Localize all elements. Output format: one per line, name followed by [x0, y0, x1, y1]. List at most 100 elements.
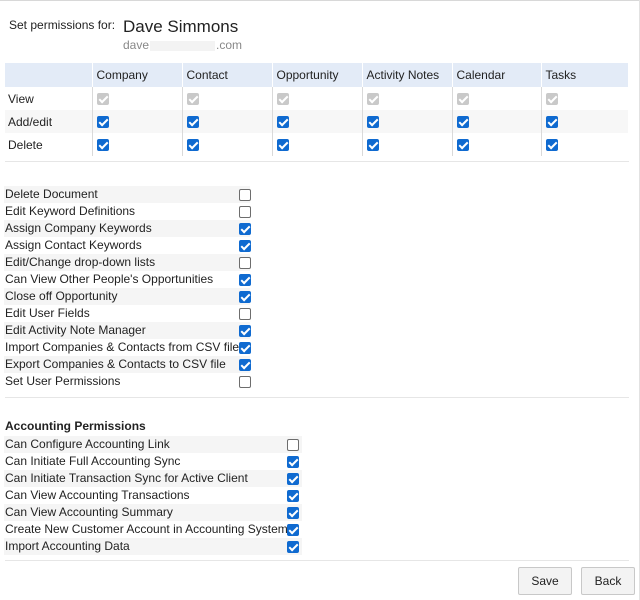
checkbox[interactable] — [287, 490, 299, 502]
checkbox[interactable] — [239, 223, 251, 235]
checkbox[interactable] — [276, 116, 289, 129]
permission-label: Delete Document — [5, 187, 98, 201]
list-item: Delete Document — [4, 186, 251, 203]
permission-cell — [271, 87, 362, 110]
column-header: Contact — [181, 63, 272, 87]
permission-cell — [540, 87, 628, 110]
row-label: Delete — [5, 133, 92, 156]
user-info: Dave Simmons dave .com — [117, 14, 253, 52]
permission-row-delete: Delete — [5, 133, 628, 156]
checkbox[interactable] — [456, 139, 469, 152]
checkbox[interactable] — [239, 291, 251, 303]
permission-cell — [181, 87, 272, 110]
checkbox[interactable] — [239, 376, 251, 388]
list-item: Can Configure Accounting Link — [4, 436, 302, 453]
divider — [5, 397, 629, 398]
permission-cell — [361, 110, 452, 133]
list-item: Edit Keyword Definitions — [4, 203, 251, 220]
column-header: Activity Notes — [361, 63, 452, 87]
checkbox[interactable] — [276, 139, 289, 152]
checkbox — [96, 93, 109, 106]
user-email: dave .com — [123, 38, 242, 52]
permission-label: Import Companies & Contacts from CSV fil… — [5, 340, 240, 354]
checkbox — [545, 93, 558, 106]
checkbox[interactable] — [239, 325, 251, 337]
permission-label: Export Companies & Contacts to CSV file — [5, 357, 226, 371]
checkbox[interactable] — [287, 456, 299, 468]
permission-cell — [451, 133, 541, 156]
permission-cell — [361, 133, 452, 156]
list-item: Create New Customer Account in Accountin… — [4, 521, 302, 538]
top-border — [0, 0, 640, 1]
permission-label: Assign Contact Keywords — [5, 238, 142, 252]
column-header: Tasks — [540, 63, 628, 87]
list-item: Can Initiate Full Accounting Sync — [4, 453, 302, 470]
checkbox[interactable] — [456, 116, 469, 129]
checkbox[interactable] — [239, 342, 251, 354]
list-item: Assign Contact Keywords — [4, 237, 251, 254]
permission-label: Can Configure Accounting Link — [5, 437, 170, 451]
checkbox[interactable] — [287, 541, 299, 553]
accounting-permissions-list: Can Configure Accounting Link Can Initiat… — [4, 436, 302, 555]
checkbox[interactable] — [287, 439, 299, 451]
permission-label: Assign Company Keywords — [5, 221, 152, 235]
permission-label: Close off Opportunity — [5, 289, 118, 303]
checkbox — [456, 93, 469, 106]
accounting-permissions-title: Accounting Permissions — [5, 419, 146, 433]
user-name: Dave Simmons — [123, 17, 239, 36]
checkbox[interactable] — [287, 507, 299, 519]
permission-cell — [540, 110, 628, 133]
checkbox[interactable] — [239, 240, 251, 252]
permission-row-view: View — [5, 87, 628, 110]
list-item: Edit Activity Note Manager — [4, 322, 251, 339]
list-item: Edit User Fields — [4, 305, 251, 322]
checkbox[interactable] — [239, 257, 251, 269]
column-header: Calendar — [451, 63, 541, 87]
back-button[interactable]: Back — [581, 567, 635, 595]
permission-label: Can View Other People's Opportunities — [5, 272, 214, 286]
divider — [5, 161, 629, 162]
checkbox[interactable] — [366, 116, 379, 129]
divider — [5, 560, 629, 561]
corner-header — [5, 63, 92, 87]
permission-label: Can Initiate Transaction Sync for Active… — [5, 471, 248, 485]
permission-cell — [271, 133, 362, 156]
permission-cell — [271, 110, 362, 133]
list-item: Can View Other People's Opportunities — [4, 271, 251, 288]
checkbox[interactable] — [239, 206, 251, 218]
checkbox[interactable] — [239, 359, 251, 371]
checkbox[interactable] — [96, 139, 109, 152]
permission-cell — [91, 133, 182, 156]
list-item: Assign Company Keywords — [4, 220, 251, 237]
checkbox[interactable] — [239, 274, 251, 286]
checkbox — [276, 93, 289, 106]
permission-label: Edit/Change drop-down lists — [5, 255, 156, 269]
save-button[interactable]: Save — [518, 567, 572, 595]
permission-cell — [91, 110, 182, 133]
permission-row-add-edit: Add/edit — [5, 110, 628, 133]
checkbox[interactable] — [186, 139, 199, 152]
checkbox[interactable] — [239, 308, 251, 320]
column-header: Company — [91, 63, 182, 87]
list-item: Import Accounting Data — [4, 538, 302, 555]
email-end: .com — [216, 38, 243, 52]
permission-cell — [540, 133, 628, 156]
permission-label: Can View Accounting Transactions — [5, 488, 190, 502]
permission-cell — [181, 110, 272, 133]
permission-label: Edit Activity Note Manager — [5, 323, 146, 337]
checkbox — [366, 93, 379, 106]
permission-label: Set User Permissions — [5, 374, 121, 388]
email-start: dave — [123, 38, 150, 52]
list-item: Import Companies & Contacts from CSV fil… — [4, 339, 251, 356]
checkbox[interactable] — [96, 116, 109, 129]
checkbox[interactable] — [287, 524, 299, 536]
checkbox[interactable] — [545, 116, 558, 129]
checkbox[interactable] — [239, 189, 251, 201]
permission-cell — [451, 110, 541, 133]
checkbox[interactable] — [545, 139, 558, 152]
checkbox[interactable] — [186, 116, 199, 129]
permission-cell — [361, 87, 452, 110]
checkbox[interactable] — [287, 473, 299, 485]
checkbox[interactable] — [366, 139, 379, 152]
list-item: Can Initiate Transaction Sync for Active… — [4, 470, 302, 487]
